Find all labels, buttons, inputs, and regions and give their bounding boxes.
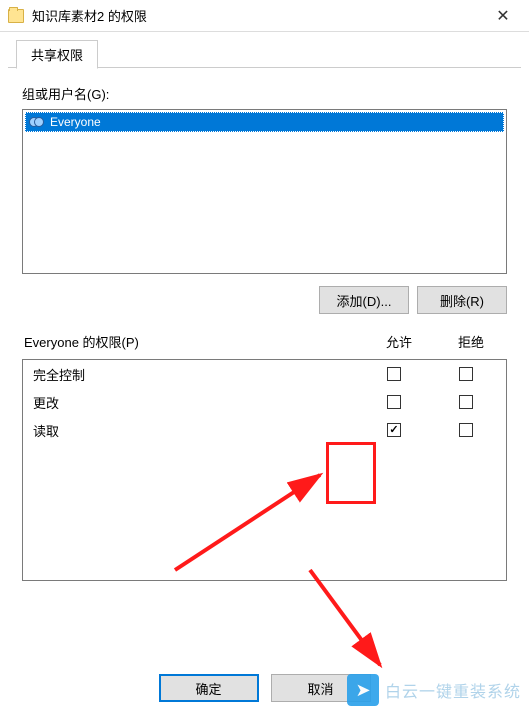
titlebar: 知识库素材2 的权限 ✕ (0, 0, 529, 32)
deny-checkbox[interactable] (459, 423, 473, 437)
users-listbox[interactable]: Everyone (22, 109, 507, 274)
content: 组或用户名(G): Everyone 添加(D)... 删除(R) Everyo… (0, 68, 529, 581)
permission-row: 更改 (23, 388, 506, 416)
watermark-text: 白云一键重装系统 (385, 678, 521, 702)
permission-name: 完全控制 (33, 365, 358, 384)
ok-button[interactable]: 确定 (159, 674, 259, 702)
permissions-header: Everyone 的权限(P) 允许 拒绝 (22, 332, 507, 359)
permission-name: 读取 (33, 421, 358, 440)
deny-checkbox[interactable] (459, 367, 473, 381)
tab-row: 共享权限 (8, 40, 521, 68)
folder-icon (8, 9, 24, 23)
watermark-icon: ➤ (347, 674, 379, 706)
users-icon (29, 116, 45, 128)
permission-row: 完全控制 (23, 360, 506, 388)
tab-share-permissions[interactable]: 共享权限 (16, 40, 98, 69)
close-button[interactable]: ✕ (481, 1, 525, 31)
watermark: ➤ 白云一键重装系统 (347, 674, 521, 706)
allow-checkbox[interactable] (387, 367, 401, 381)
groups-label: 组或用户名(G): (22, 84, 507, 103)
permission-row: 读取 (23, 416, 506, 444)
deny-header: 拒绝 (435, 332, 507, 351)
allow-checkbox[interactable] (387, 423, 401, 437)
list-buttons: 添加(D)... 删除(R) (22, 286, 507, 314)
allow-checkbox[interactable] (387, 395, 401, 409)
permission-name: 更改 (33, 393, 358, 412)
remove-button[interactable]: 删除(R) (417, 286, 507, 314)
deny-checkbox[interactable] (459, 395, 473, 409)
permissions-for-label: Everyone 的权限(P) (24, 332, 363, 351)
add-button[interactable]: 添加(D)... (319, 286, 409, 314)
allow-header: 允许 (363, 332, 435, 351)
list-item-label: Everyone (50, 115, 101, 129)
window-title: 知识库素材2 的权限 (32, 6, 481, 25)
permissions-table: 完全控制更改读取 (22, 359, 507, 581)
list-item[interactable]: Everyone (25, 112, 504, 132)
